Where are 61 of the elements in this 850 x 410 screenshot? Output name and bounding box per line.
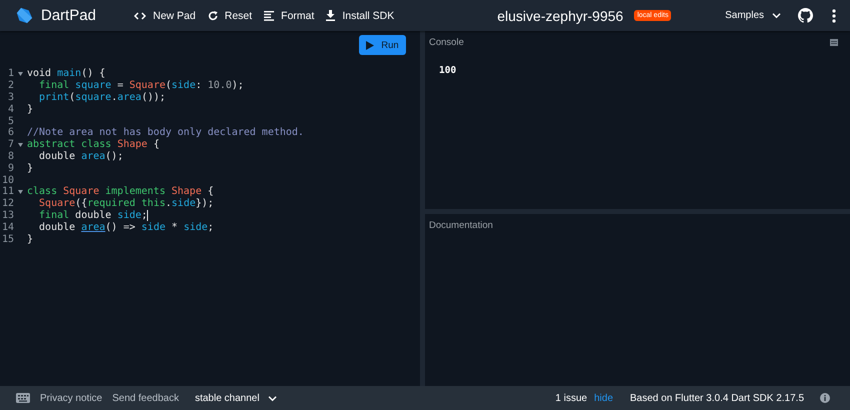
line-number: 7: [6, 139, 14, 150]
code-line: double area() => side * side;: [38, 222, 214, 233]
line-number: 9: [6, 162, 14, 174]
toolbar-button[interactable]: New Pad: [134, 8, 196, 24]
line-number: 10: [0, 174, 14, 186]
line-number: 5: [6, 116, 14, 127]
code-line: double area();: [38, 150, 124, 162]
feedback-link[interactable]: Send feedback: [112, 392, 179, 404]
line-number: 14: [0, 222, 14, 233]
info-icon[interactable]: [820, 393, 830, 403]
more-icon[interactable]: [832, 8, 836, 22]
samples-dropdown[interactable]: Samples: [725, 10, 781, 21]
channel-dropdown[interactable]: stable channel: [194, 392, 278, 404]
caret-icon: [772, 12, 781, 19]
fold-icon[interactable]: [18, 190, 23, 194]
code-line: }: [27, 162, 34, 174]
hide-link[interactable]: hide: [594, 392, 614, 404]
line-number: 1: [6, 68, 14, 80]
play-icon: [366, 40, 374, 50]
code-line: void main() {: [27, 68, 106, 80]
privacy-link[interactable]: Privacy notice: [40, 392, 102, 404]
code-line: }: [27, 234, 34, 245]
version-text: Based on Flutter 3.0.4 Dart SDK 2.17.5: [630, 392, 804, 404]
code-line: Square({required this.side});: [38, 198, 214, 210]
line-number: 6: [6, 127, 14, 138]
keyboard-icon[interactable]: [16, 393, 30, 403]
run-button[interactable]: Run: [359, 35, 406, 55]
line-number: 15: [0, 234, 14, 245]
panel-title: Console: [429, 36, 464, 48]
line-number: 11: [0, 186, 14, 198]
line-number: 12: [0, 198, 14, 210]
fold-icon[interactable]: [18, 72, 23, 76]
toolbar-button[interactable]: Reset: [208, 8, 252, 24]
download-icon: [326, 10, 336, 21]
pad-title: elusive-zephyr-9956: [497, 8, 624, 24]
toolbar-button[interactable]: Install SDK: [326, 8, 394, 24]
line-number: 8: [6, 150, 14, 162]
github-icon[interactable]: [798, 8, 813, 23]
fold-icon[interactable]: [18, 142, 23, 147]
issue-count: 1 issue: [555, 392, 588, 404]
code-line: final square = Square(side: 10.0);: [38, 80, 244, 92]
refresh-icon: [208, 10, 218, 20]
toolbar-button[interactable]: Format: [264, 8, 314, 24]
code-line: class Square implements Shape {: [27, 186, 214, 198]
line-number: 13: [0, 210, 14, 221]
code-line: final double side;: [38, 210, 148, 221]
logo-icon: [16, 7, 33, 24]
code-comment: //Note area not has body only declared method.: [27, 127, 304, 138]
clear-icon[interactable]: [830, 38, 838, 46]
code-line: }: [27, 104, 34, 115]
caret-icon: [268, 394, 278, 402]
line-number: 3: [6, 92, 14, 103]
code-icon: [134, 12, 146, 20]
line-number: 2: [6, 80, 14, 92]
code-line: abstract class Shape {: [27, 139, 160, 150]
format-icon: [264, 10, 274, 20]
code-line: print(square.area());: [38, 92, 166, 103]
panel-title: Documentation: [429, 220, 493, 230]
line-number: 4: [6, 104, 14, 115]
console-output: 100: [439, 65, 456, 76]
app-name: DartPad: [41, 7, 96, 24]
